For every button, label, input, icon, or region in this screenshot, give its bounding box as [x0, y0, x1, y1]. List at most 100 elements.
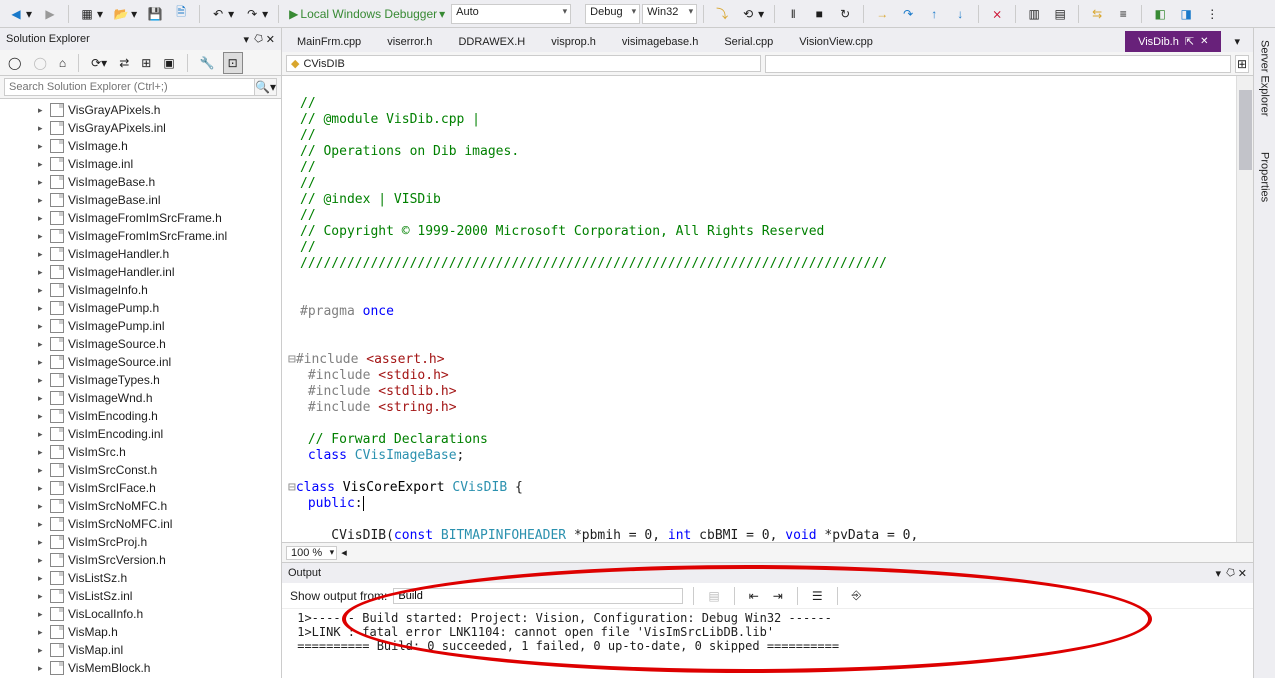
refresh-icon[interactable]: ⟳▾	[87, 52, 111, 74]
tree-item[interactable]: ▸VisImageBase.inl	[0, 191, 281, 209]
nav-fwd-icon[interactable]: ▶	[38, 3, 62, 25]
editor-tab[interactable]: DDRAWEX.H	[445, 32, 538, 52]
expand-icon[interactable]: ▸	[38, 519, 46, 530]
expand-icon[interactable]: ▸	[38, 213, 46, 224]
expand-icon[interactable]: ▸	[38, 609, 46, 620]
pin-icon[interactable]: ⬠	[250, 31, 265, 46]
expand-icon[interactable]: ▸	[38, 123, 46, 134]
member-nav-dropdown[interactable]	[765, 55, 1232, 73]
preview-icon[interactable]: ⊡	[223, 52, 243, 74]
nav-back-icon[interactable]: ◀▾	[4, 3, 36, 25]
expand-icon[interactable]: ▸	[38, 645, 46, 656]
output-source-dropdown[interactable]	[393, 588, 683, 604]
expand-icon[interactable]: ▸	[38, 537, 46, 548]
tree-item[interactable]: ▸VisImageSource.inl	[0, 353, 281, 371]
tree-item[interactable]: ▸VisImageFromImSrcFrame.h	[0, 209, 281, 227]
config-dropdown[interactable]: Debug	[585, 4, 640, 24]
split-view-icon[interactable]: ⊞	[1235, 55, 1249, 73]
expand-icon[interactable]: ▸	[38, 393, 46, 404]
tree-item[interactable]: ▸VisListSz.inl	[0, 587, 281, 605]
tree-item[interactable]: ▸VisMap.h	[0, 623, 281, 641]
step-out-icon[interactable]: ↑	[922, 3, 946, 25]
zoom-dropdown[interactable]: 100 %	[286, 546, 337, 560]
class-nav-dropdown[interactable]: ◆CVisDIB	[286, 55, 761, 72]
new-project-icon[interactable]: ▦▾	[75, 3, 107, 25]
expand-icon[interactable]: ▸	[38, 447, 46, 458]
restart-icon[interactable]: ↻	[833, 3, 857, 25]
tool-icon-8[interactable]: ⋮	[1200, 3, 1224, 25]
home-icon[interactable]: ⌂	[55, 52, 70, 74]
stop-icon[interactable]: ■	[807, 3, 831, 25]
tree-item[interactable]: ▸VisImEncoding.inl	[0, 425, 281, 443]
tree-item[interactable]: ▸VisLocalInfo.h	[0, 605, 281, 623]
save-all-icon[interactable]: 🗎	[169, 3, 193, 25]
tree-item[interactable]: ▸VisImagePump.h	[0, 299, 281, 317]
expand-icon[interactable]: ▸	[38, 339, 46, 350]
next-statement-icon[interactable]: →	[870, 3, 894, 25]
close-icon[interactable]: ✕	[266, 33, 275, 46]
expand-icon[interactable]: ▸	[38, 195, 46, 206]
tree-item[interactable]: ▸VisImagePump.inl	[0, 317, 281, 335]
tree-item[interactable]: ▸VisImSrcProj.h	[0, 533, 281, 551]
expand-icon[interactable]: ▸	[38, 159, 46, 170]
step-in-icon[interactable]: ↓	[948, 3, 972, 25]
properties-icon[interactable]: 🔧	[196, 52, 219, 74]
tree-item[interactable]: ▸VisMap.inl	[0, 641, 281, 659]
platform-dropdown[interactable]: Win32	[642, 4, 697, 24]
tree-item[interactable]: ▸VisImSrcVersion.h	[0, 551, 281, 569]
tool-icon-2[interactable]: ▥	[1022, 3, 1046, 25]
editor-tab[interactable]: Serial.cpp	[711, 32, 786, 52]
expand-icon[interactable]: ▸	[38, 663, 46, 674]
panel-dropdown-icon[interactable]: ▾	[244, 33, 250, 46]
editor-tab[interactable]: viserror.h	[374, 32, 445, 52]
expand-icon[interactable]: ▸	[38, 357, 46, 368]
goto-icon[interactable]: ⎆	[848, 585, 866, 607]
expand-icon[interactable]: ▸	[38, 573, 46, 584]
server-explorer-tab[interactable]: Server Explorer	[1257, 32, 1273, 124]
editor-tab[interactable]: visprop.h	[538, 32, 609, 52]
tree-item[interactable]: ▸VisImageSource.h	[0, 335, 281, 353]
tool-icon-1[interactable]: ⨯	[985, 3, 1009, 25]
expand-icon[interactable]: ▸	[38, 375, 46, 386]
tree-item[interactable]: ▸VisImSrcNoMFC.inl	[0, 515, 281, 533]
code-editor[interactable]: // // @module VisDib.cpp | // // Operati…	[282, 76, 1236, 542]
tree-item[interactable]: ▸VisMemBlock.h	[0, 659, 281, 677]
editor-tab-active[interactable]: VisDib.h ⇱✕	[1125, 31, 1221, 52]
expand-icon[interactable]: ▸	[38, 483, 46, 494]
tree-item[interactable]: ▸VisImageHandler.inl	[0, 263, 281, 281]
step-into-icon[interactable]: ⤵	[710, 3, 734, 25]
start-debug-button[interactable]: ▶ Local Windows Debugger ▾	[285, 3, 449, 25]
tree-item[interactable]: ▸VisImageFromImSrcFrame.inl	[0, 227, 281, 245]
vertical-scrollbar[interactable]	[1236, 76, 1253, 542]
expand-icon[interactable]: ▸	[38, 105, 46, 116]
tree-item[interactable]: ▸VisImSrcNoMFC.h	[0, 497, 281, 515]
indent-right-icon[interactable]: ⇥	[769, 585, 787, 607]
pin-icon[interactable]: ⇱	[1185, 35, 1194, 48]
tool-icon-5[interactable]: ≡	[1111, 3, 1135, 25]
open-file-icon[interactable]: 📂▾	[109, 3, 141, 25]
h-scroll-left-icon[interactable]: ◂	[341, 546, 347, 559]
expand-icon[interactable]: ▸	[38, 627, 46, 638]
solution-tree[interactable]: ▸VisGrayAPixels.h▸VisGrayAPixels.inl▸Vis…	[0, 99, 281, 678]
step-icon[interactable]: ↷	[896, 3, 920, 25]
tree-item[interactable]: ▸VisImSrc.h	[0, 443, 281, 461]
expand-icon[interactable]: ▸	[38, 285, 46, 296]
search-dropdown-icon[interactable]: 🔍▾	[255, 78, 277, 96]
tree-item[interactable]: ▸VisImageInfo.h	[0, 281, 281, 299]
expand-icon[interactable]: ▸	[38, 141, 46, 152]
expand-icon[interactable]: ▸	[38, 249, 46, 260]
expand-icon[interactable]: ▸	[38, 177, 46, 188]
expand-icon[interactable]: ▸	[38, 231, 46, 242]
tree-item[interactable]: ▸VisImage.h	[0, 137, 281, 155]
expand-icon[interactable]: ▸	[38, 321, 46, 332]
tree-item[interactable]: ▸VisImEncoding.h	[0, 407, 281, 425]
tree-item[interactable]: ▸VisImage.inl	[0, 155, 281, 173]
close-icon[interactable]: ✕	[1238, 567, 1247, 580]
expand-icon[interactable]: ▸	[38, 555, 46, 566]
expand-icon[interactable]: ▸	[38, 267, 46, 278]
expand-icon[interactable]: ▸	[38, 411, 46, 422]
step-over-icon[interactable]: ⟲▾	[736, 3, 768, 25]
tab-menu-icon[interactable]: ▾	[1221, 31, 1253, 52]
fwd-icon[interactable]: ◯	[29, 52, 50, 74]
indent-left-icon[interactable]: ⇤	[745, 585, 763, 607]
